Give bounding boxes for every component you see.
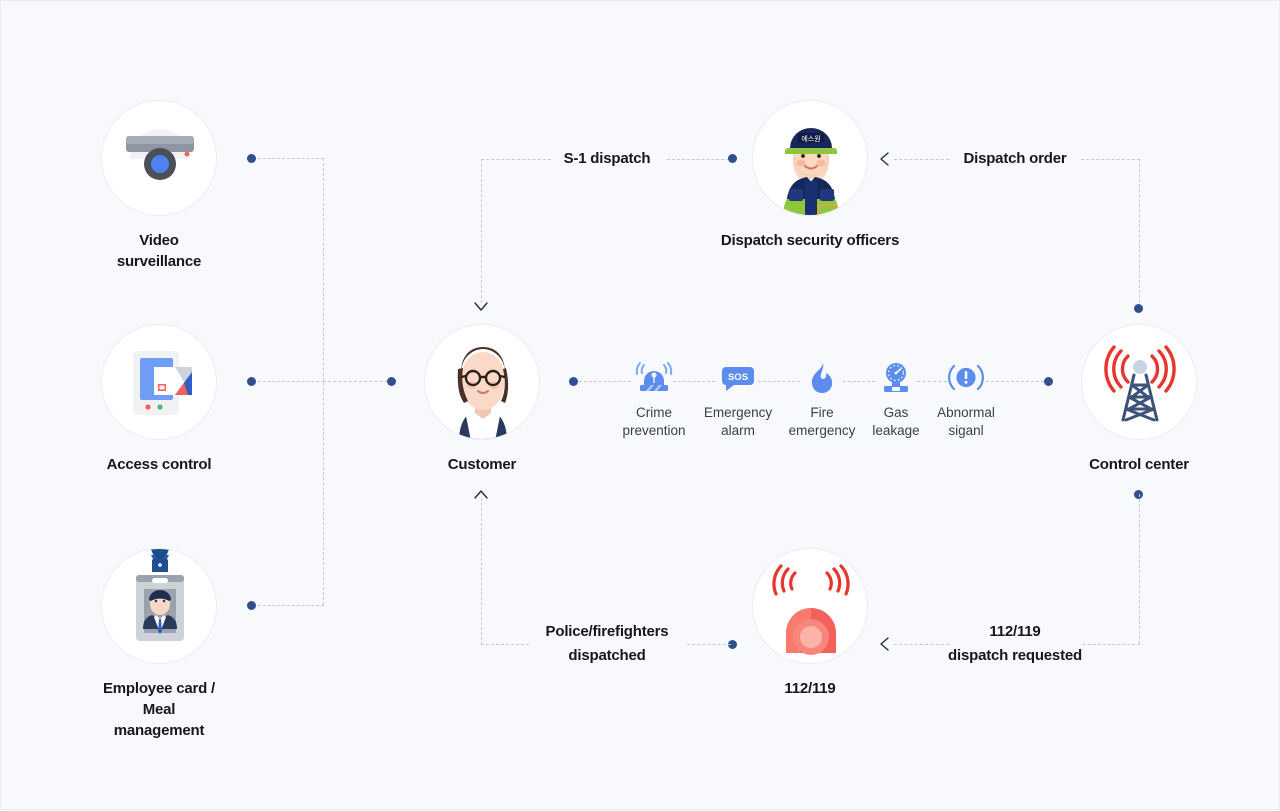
connector-dot-guard-left	[728, 154, 737, 163]
service-label-abnormal-signal: Abnormal siganl	[937, 405, 995, 438]
connector-dot-video	[247, 154, 256, 163]
flame-icon	[780, 359, 864, 397]
cctv-dome-camera-icon	[101, 100, 217, 216]
svg-text:에스원: 에스원	[801, 134, 820, 143]
node-label-security-officers: Dispatch security officers	[720, 232, 900, 249]
connector-dot-control-left	[1044, 377, 1053, 386]
connector-customer-bottom-vertical	[481, 498, 482, 645]
connector-customer-top-vertical	[481, 159, 482, 303]
card-reader-icon	[101, 324, 217, 440]
alarm-beacon-icon	[612, 359, 696, 397]
connector-access-to-bus	[253, 381, 324, 382]
service-fire-emergency[interactable]: Fire emergency	[780, 359, 864, 440]
node-control-center[interactable]: Control center	[1081, 324, 1197, 475]
node-label-control-center: Control center	[1089, 456, 1189, 473]
node-customer[interactable]: Customer	[424, 324, 540, 475]
connector-dot-customer-right	[569, 377, 578, 386]
node-label-access-control: Access control	[106, 456, 212, 473]
node-security-officers[interactable]: 에스원 Dispatch security officers	[721, 100, 899, 251]
diagram-canvas: S-1 dispatch Dispatch order Police/firef…	[1, 1, 1280, 811]
id-badge-icon	[101, 548, 217, 664]
edge-label-s1-dispatch: S-1 dispatch	[563, 150, 651, 167]
arrow-down-into-customer	[474, 302, 488, 316]
edge-label-dispatch-order: Dispatch order	[963, 150, 1067, 167]
service-emergency-alarm[interactable]: SOS Emergency alarm	[696, 359, 780, 440]
connector-dot-control-top	[1134, 304, 1143, 313]
exclamation-signal-icon	[924, 359, 1008, 397]
node-label-employee-card: Employee card / Meal management	[102, 680, 216, 739]
service-label-emergency-alarm: Emergency alarm	[703, 405, 773, 438]
arrow-left-dispatch-order	[880, 152, 894, 166]
service-crime-prevention[interactable]: Crime prevention	[612, 359, 696, 440]
woman-with-glasses-avatar-icon	[424, 324, 540, 440]
service-label-crime-prevention: Crime prevention	[622, 405, 686, 438]
svg-text:SOS: SOS	[728, 372, 748, 383]
sos-speech-bubble-icon: SOS	[696, 359, 780, 397]
node-access-control[interactable]: Access control	[101, 324, 217, 475]
connector-employee-to-bus	[253, 605, 324, 606]
edge-label-emergency-requested: 112/119 dispatch requested	[948, 623, 1082, 664]
edge-label-police-dispatched: Police/firefighters dispatched	[545, 623, 669, 664]
connector-bus-to-customer	[323, 381, 393, 382]
node-video-surveillance[interactable]: Video surveillance	[101, 100, 217, 272]
siren-alarm-icon	[752, 548, 868, 664]
connector-control-top-vertical	[1139, 159, 1140, 308]
connector-dot-access	[247, 377, 256, 386]
node-employee-card[interactable]: Employee card / Meal management	[101, 548, 217, 741]
arrow-up-into-customer	[474, 489, 488, 503]
radio-tower-icon	[1081, 324, 1197, 440]
service-abnormal-signal[interactable]: Abnormal siganl	[924, 359, 1008, 440]
security-guard-avatar-icon: 에스원	[752, 100, 868, 216]
connector-dot-bus-to-customer	[387, 377, 396, 386]
service-label-fire-emergency: Fire emergency	[788, 405, 856, 438]
node-label-emergency-number: 112/119	[784, 680, 836, 697]
node-label-customer: Customer	[447, 456, 517, 473]
node-emergency-number[interactable]: 112/119	[752, 548, 868, 699]
node-label-video-surveillance: Video surveillance	[116, 232, 202, 270]
arrow-left-emergency-request	[880, 637, 894, 651]
connector-control-bottom-vertical	[1139, 494, 1140, 644]
connector-video-to-bus	[253, 158, 324, 159]
connector-dot-employee	[247, 601, 256, 610]
